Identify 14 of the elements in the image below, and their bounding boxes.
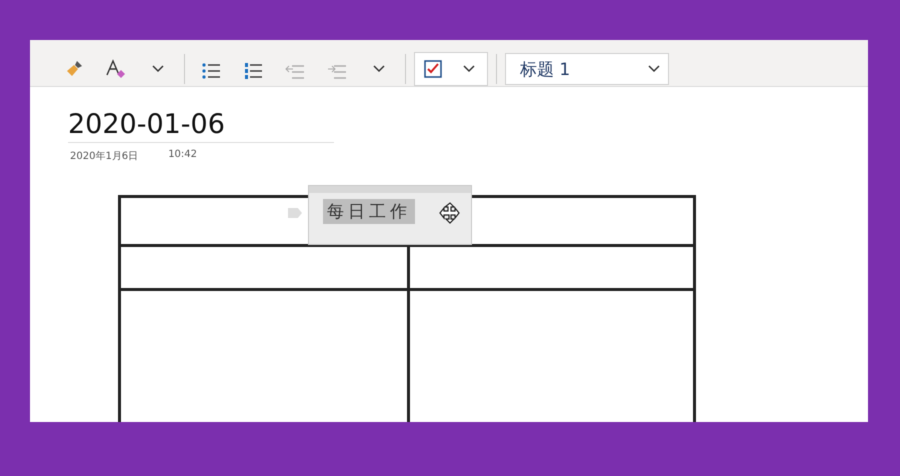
- page-time: 10:42: [168, 149, 198, 162]
- chevron-icon: [463, 65, 475, 73]
- chevron-icon: [648, 65, 660, 73]
- paragraph-marker-icon: [288, 208, 302, 218]
- container-handle[interactable]: [309, 186, 471, 193]
- page-date: 2020年1月6日: [70, 150, 138, 163]
- tag-dropdown[interactable]: [414, 52, 488, 86]
- chevron-icon: [373, 65, 385, 73]
- table-heading: 每日工作: [323, 199, 415, 224]
- page-title: 2020-01-06: [68, 109, 334, 143]
- chevron-icon: [152, 65, 164, 73]
- style-select[interactable]: 标题 1: [505, 53, 669, 85]
- move-cursor-icon: [439, 202, 461, 224]
- eraser-letter-icon: [105, 58, 127, 80]
